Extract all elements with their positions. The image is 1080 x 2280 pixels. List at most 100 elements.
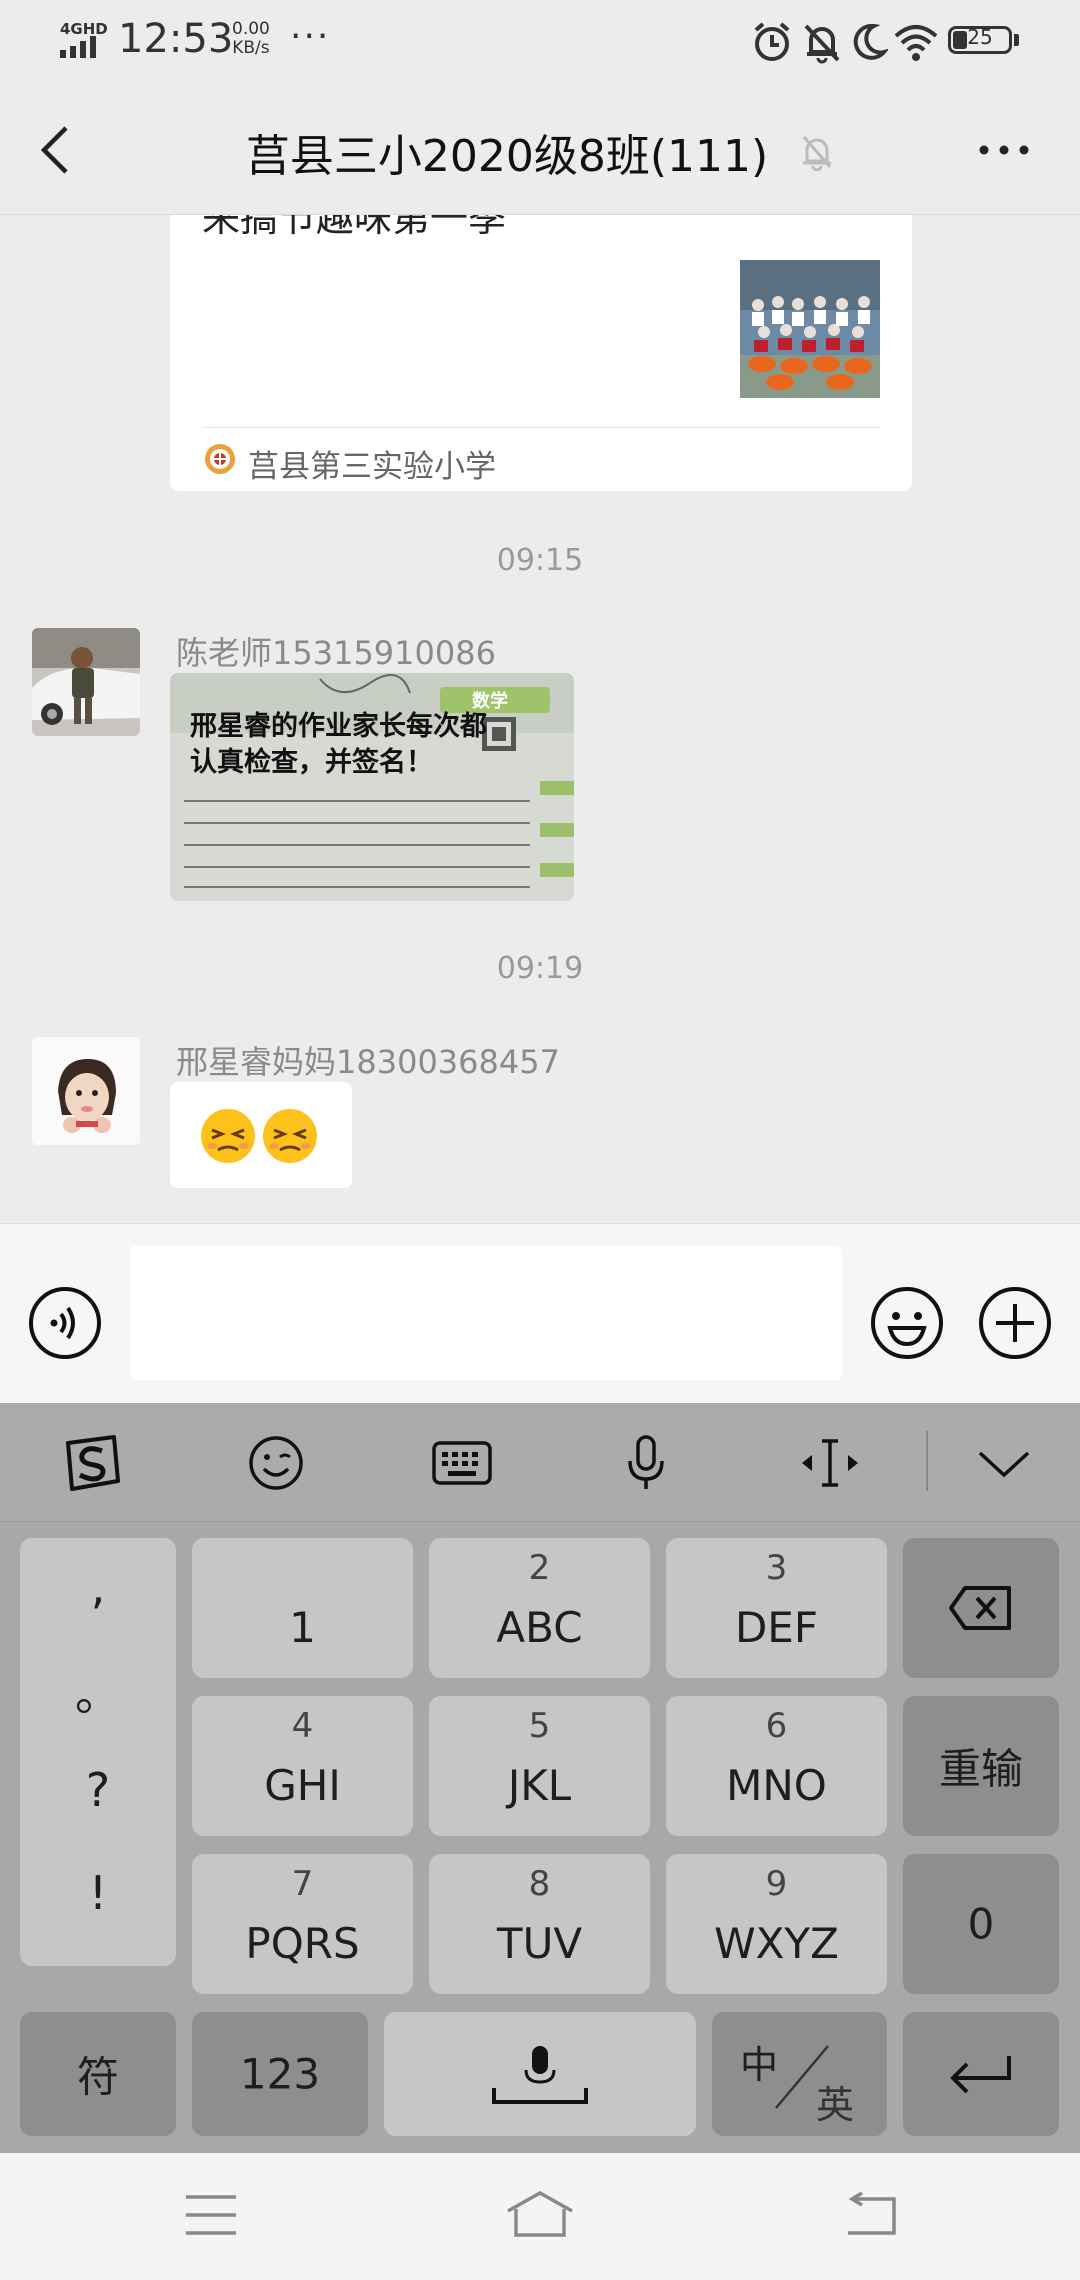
microphone-icon[interactable]	[614, 1433, 678, 1493]
svg-text:数学: 数学	[472, 690, 508, 712]
punct-question: ?	[85, 1763, 111, 1817]
message-input[interactable]	[130, 1246, 842, 1380]
message-bubble[interactable]: 😣😣	[170, 1082, 352, 1188]
key-label: 0	[967, 1899, 995, 1949]
menu-icon[interactable]	[184, 2193, 238, 2237]
key-label: MNO	[726, 1761, 827, 1810]
symbols-key[interactable]: 符	[20, 2012, 176, 2136]
home-icon[interactable]	[504, 2189, 576, 2239]
keyboard-toolbar	[0, 1403, 1080, 1522]
key-label: 符	[76, 2052, 119, 2102]
plus-icon[interactable]	[978, 1286, 1052, 1360]
article-source: 莒县第三实验小学	[248, 449, 496, 485]
collapse-chevron-icon[interactable]	[972, 1433, 1036, 1493]
key-6-mno[interactable]: 6 MNO	[666, 1696, 887, 1836]
key-0[interactable]: 0	[903, 1854, 1059, 1994]
key-number: 3	[765, 1548, 788, 1588]
zh-en-switch-key[interactable]: 中 英	[712, 2012, 887, 2136]
key-number: 4	[291, 1706, 314, 1746]
bell-off-icon	[804, 24, 840, 64]
space-key[interactable]	[384, 2012, 696, 2136]
punct-period: 。	[75, 1667, 121, 1721]
key-label: ABC	[496, 1603, 583, 1652]
reenter-key[interactable]: 重输	[903, 1696, 1059, 1836]
chat-messages[interactable]: 来搞节趣味第一季 莒县第三实验小学 09:15 陈老师15315910086 数…	[0, 215, 1080, 1223]
key-7-pqrs[interactable]: 7 PQRS	[192, 1854, 413, 1994]
signal-icon	[60, 36, 96, 58]
toolbar-divider	[926, 1431, 928, 1491]
input-bar	[0, 1223, 1080, 1404]
key-label: GHI	[264, 1761, 341, 1810]
key-label-en: 英	[816, 2083, 855, 2127]
key-label: PQRS	[245, 1919, 360, 1968]
chat-header: 莒县三小2020级8班(111)	[0, 86, 1080, 215]
keyboard-icon[interactable]	[430, 1433, 494, 1493]
image-message[interactable]: 数学 邢星睿的作业家长每次都 认真检查，并签名！	[170, 673, 574, 901]
enter-key[interactable]	[903, 2012, 1059, 2136]
article-thumbnail	[740, 260, 880, 398]
battery-level: 25	[967, 25, 993, 49]
punctuation-key[interactable]: , 。 ? !	[20, 1538, 176, 1966]
card-divider	[202, 427, 880, 428]
key-number: 2	[528, 1548, 551, 1588]
key-4-ghi[interactable]: 4 GHI	[192, 1696, 413, 1836]
message-timestamp: 09:15	[496, 543, 584, 578]
school-logo-icon	[205, 444, 235, 474]
key-number: 7	[291, 1864, 314, 1904]
more-icon[interactable]	[976, 136, 1032, 164]
article-title: 来搞节趣味第一季	[202, 215, 507, 240]
key-2-abc[interactable]: 2 ABC	[429, 1538, 650, 1678]
image-caption-line-1: 邢星睿的作业家长每次都	[190, 710, 487, 742]
key-label: TUV	[496, 1919, 583, 1968]
back-icon[interactable]	[842, 2191, 898, 2237]
status-bar: 4GHD 12:53 0.00 KB/s ··· 25	[0, 0, 1080, 86]
moon-icon	[853, 23, 888, 60]
net-speed-unit: KB/s	[232, 38, 270, 58]
key-number: 8	[528, 1864, 551, 1904]
emoji-face-icon[interactable]	[244, 1433, 308, 1493]
battery-icon: 25	[948, 25, 1012, 54]
key-label: WXYZ	[714, 1919, 839, 1968]
key-9-wxyz[interactable]: 9 WXYZ	[666, 1854, 887, 1994]
punct-exclaim: !	[88, 1866, 108, 1920]
article-card[interactable]: 来搞节趣味第一季 莒县第三实验小学	[170, 215, 912, 491]
image-caption-line-2: 认真检查，并签名！	[190, 746, 433, 778]
avatar[interactable]	[32, 628, 140, 736]
emoji-persevering-icon	[201, 1109, 317, 1163]
space-mic-icon	[492, 2046, 588, 2104]
punct-comma: ,	[90, 1560, 106, 1614]
sender-name: 陈老师15315910086	[176, 634, 496, 672]
key-label: 123	[239, 2049, 321, 2099]
keyboard: , 。 ? ! 1 2 ABC 3 DEF 4 GHI 5 JKL 6 MNO …	[0, 1403, 1080, 2153]
mute-bell-icon	[803, 136, 832, 171]
backspace-icon	[949, 1586, 1011, 1630]
emoji-icon[interactable]	[870, 1286, 944, 1360]
system-nav-bar	[0, 2153, 1080, 2280]
avatar[interactable]	[32, 1037, 140, 1145]
key-label: 重输	[938, 1744, 1023, 1794]
chat-title: 莒县三小2020级8班(111)	[245, 131, 769, 182]
sogou-logo-icon[interactable]	[60, 1433, 124, 1493]
cursor-move-icon[interactable]	[798, 1433, 862, 1493]
key-label: 1	[289, 1603, 316, 1652]
enter-icon	[950, 2056, 1011, 2094]
alarm-icon	[754, 22, 790, 61]
sender-name: 邢星睿妈妈18300368457	[176, 1043, 560, 1081]
key-1[interactable]: 1	[192, 1538, 413, 1678]
voice-icon[interactable]	[28, 1286, 102, 1360]
net-speed-value: 0.00	[232, 19, 270, 39]
key-label: DEF	[734, 1603, 819, 1652]
chat-title-row: 莒县三小2020级8班(111)	[0, 120, 1080, 184]
key-5-jkl[interactable]: 5 JKL	[429, 1696, 650, 1836]
key-label: JKL	[507, 1761, 572, 1810]
status-more: ···	[290, 16, 331, 57]
key-number: 5	[528, 1706, 551, 1746]
key-3-def[interactable]: 3 DEF	[666, 1538, 887, 1678]
key-number: 6	[765, 1706, 788, 1746]
battery-tip	[1014, 34, 1019, 46]
backspace-key[interactable]	[903, 1538, 1059, 1678]
key-8-tuv[interactable]: 8 TUV	[429, 1854, 650, 1994]
message-timestamp: 09:19	[496, 951, 584, 986]
numbers-key[interactable]: 123	[192, 2012, 368, 2136]
wifi-icon	[894, 25, 938, 61]
